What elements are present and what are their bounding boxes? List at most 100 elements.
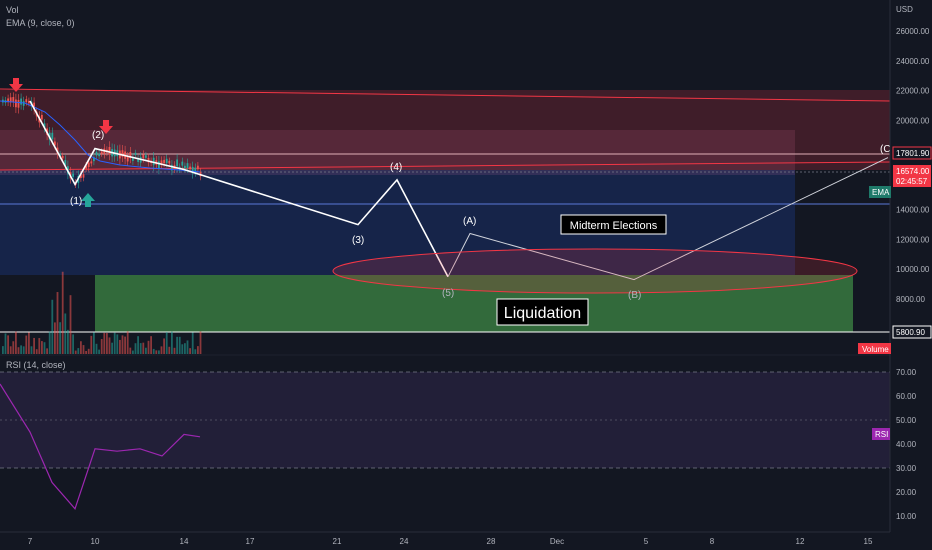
volume-bar bbox=[64, 313, 67, 354]
volume-bar bbox=[74, 350, 77, 354]
rsi-tick-label: 60.00 bbox=[896, 392, 917, 401]
volume-bar bbox=[77, 348, 80, 354]
volume-bar bbox=[184, 343, 186, 354]
volume-bar bbox=[33, 337, 35, 354]
candle-body bbox=[108, 146, 111, 155]
volume-bar bbox=[194, 349, 197, 354]
volume-bar bbox=[100, 338, 103, 354]
time-axis[interactable]: 7 10 14 17 21 24 28 Dec 5 8 12 15 bbox=[0, 531, 932, 550]
volume-bar bbox=[145, 347, 147, 354]
volume-bar bbox=[51, 299, 54, 354]
volume-bar bbox=[197, 346, 199, 354]
volume-bar bbox=[12, 341, 15, 354]
sell-arrow-icon bbox=[9, 78, 23, 92]
liquidation-label: Liquidation bbox=[504, 305, 581, 322]
volume-bar bbox=[173, 347, 176, 354]
wave-label-1: (1) bbox=[70, 196, 82, 207]
candle-body bbox=[134, 152, 137, 156]
candle-body bbox=[158, 161, 160, 169]
price-tick-label: 12000.00 bbox=[896, 235, 930, 244]
price-tick-label: 24000.00 bbox=[896, 57, 930, 66]
price-tick-label: 8000.00 bbox=[896, 295, 925, 304]
volume-bar bbox=[139, 343, 142, 354]
price-axis[interactable]: USD 26000.0024000.0022000.0020000.001800… bbox=[889, 0, 932, 550]
ema-legend[interactable]: EMA (9, close, 0) bbox=[6, 17, 75, 30]
volume-bar bbox=[56, 292, 59, 354]
price-tick-label: 10000.00 bbox=[896, 265, 930, 274]
chart-canvas[interactable]: (1) (2) (3) (4) (5) (A) (B) (C Midterm E… bbox=[0, 0, 932, 550]
date-tick-label: 15 bbox=[864, 537, 873, 546]
volume-bar bbox=[41, 341, 43, 354]
volume-bar bbox=[95, 343, 98, 354]
volume-bar bbox=[137, 336, 139, 354]
volume-bar bbox=[199, 331, 202, 354]
rsi-tick-label: 70.00 bbox=[896, 368, 917, 377]
volume-bar bbox=[35, 349, 38, 354]
price-tick-label: 22000.00 bbox=[896, 87, 930, 96]
volume-bar bbox=[119, 339, 121, 354]
countdown-badge: 02:45:57 bbox=[896, 177, 928, 186]
wave-label-a: (A) bbox=[463, 216, 476, 227]
candle-body bbox=[98, 153, 100, 157]
candle-body bbox=[176, 159, 178, 167]
wave-label-4: (4) bbox=[390, 162, 402, 173]
wave-label-c: (C bbox=[880, 144, 891, 155]
candle-body bbox=[145, 155, 147, 158]
volume-bar bbox=[48, 331, 51, 354]
candle-body bbox=[168, 160, 171, 164]
volume-bar bbox=[163, 338, 165, 354]
volume-bar bbox=[90, 335, 93, 354]
volume-bar bbox=[59, 322, 61, 354]
volume-bar bbox=[147, 340, 150, 354]
candle-body bbox=[82, 174, 85, 178]
volume-bar bbox=[111, 342, 113, 354]
support-badge: 5800.90 bbox=[896, 328, 925, 337]
date-tick-label: 24 bbox=[400, 537, 409, 546]
volume-bar bbox=[30, 346, 33, 354]
rsi-tick-label: 50.00 bbox=[896, 416, 917, 425]
liquidation-box: Liquidation bbox=[496, 298, 589, 326]
vol-legend[interactable]: Vol bbox=[6, 4, 19, 17]
candle-body bbox=[189, 166, 191, 170]
date-tick-label: 7 bbox=[28, 537, 33, 546]
volume-bar bbox=[181, 344, 184, 354]
volume-bar bbox=[9, 346, 12, 354]
volume-bar bbox=[160, 346, 163, 354]
candle-body bbox=[61, 155, 64, 159]
volume-bar bbox=[54, 322, 56, 354]
volume-bar bbox=[121, 335, 124, 354]
volume-bar bbox=[113, 332, 116, 354]
candle-body bbox=[90, 161, 93, 164]
wave-label-2: (2) bbox=[92, 130, 104, 141]
rsi-tick-label: 30.00 bbox=[896, 464, 917, 473]
volume-bar bbox=[98, 349, 100, 354]
currency-label: USD bbox=[896, 5, 913, 14]
rsi-legend[interactable]: RSI (14, close) bbox=[6, 359, 66, 372]
midterm-box: Midterm Elections bbox=[560, 214, 667, 235]
rsi-tick-label: 40.00 bbox=[896, 440, 917, 449]
volume-bar bbox=[87, 348, 90, 354]
resistance-badge: 17801.90 bbox=[896, 149, 930, 158]
volume-bar bbox=[80, 341, 82, 354]
date-tick-label: 12 bbox=[796, 537, 805, 546]
candle-body bbox=[41, 114, 43, 120]
volume-bar bbox=[85, 350, 87, 354]
volume-bar bbox=[103, 332, 106, 354]
candle-body bbox=[186, 163, 189, 169]
candle-body bbox=[165, 158, 168, 164]
volume-bar bbox=[132, 350, 134, 354]
volume-bar bbox=[191, 332, 194, 354]
candle-body bbox=[51, 132, 54, 140]
candle-body bbox=[163, 159, 165, 164]
candle-body bbox=[95, 151, 98, 156]
volume-bar bbox=[142, 342, 145, 354]
candle-body bbox=[15, 99, 17, 108]
volume-badge: Volume bbox=[862, 345, 889, 354]
wave-label-b: (B) bbox=[628, 290, 641, 301]
candle-body bbox=[181, 161, 184, 166]
volume-bar bbox=[152, 348, 155, 354]
volume-bar bbox=[4, 333, 7, 354]
liquidation-ellipse bbox=[332, 248, 858, 294]
volume-bar bbox=[116, 334, 119, 354]
volume-bar bbox=[186, 340, 189, 354]
